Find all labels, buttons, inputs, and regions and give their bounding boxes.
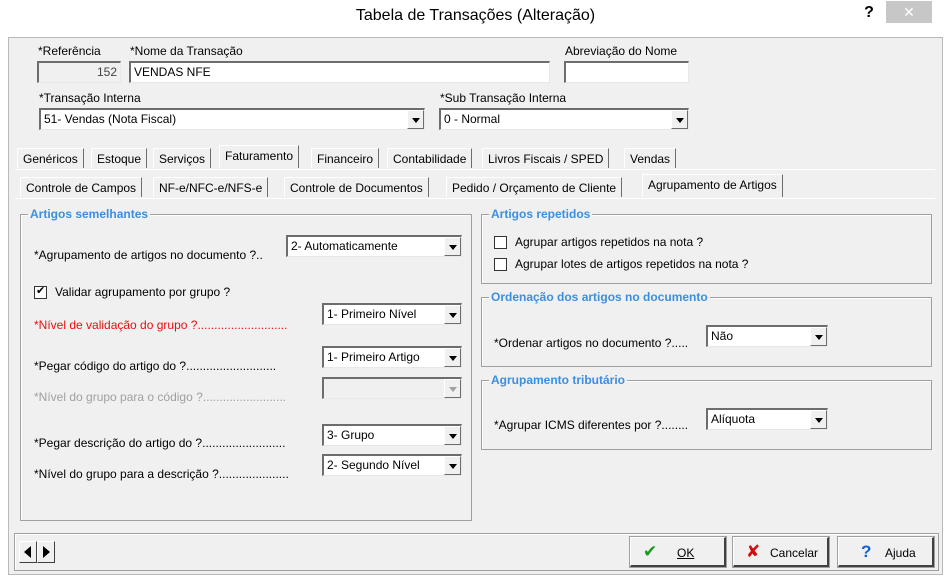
subtab-controle-documentos[interactable]: Controle de Documentos [284, 177, 429, 197]
agrupar-repetidos-label: Agrupar artigos repetidos na nota ? [515, 235, 704, 249]
subtab-agrupamento-artigos[interactable]: Agrupamento de Artigos [642, 174, 783, 197]
cancel-label: Cancelar [770, 546, 819, 560]
nivel-validacao-label: *Nível de validação do grupo ?..........… [34, 318, 288, 332]
artigos-repetidos-title: Artigos repetidos [489, 207, 593, 221]
referencia-field[interactable]: 152 [37, 61, 121, 83]
question-icon: ? [861, 542, 872, 561]
window-title: Tabela de Transações (Alteração) [355, 7, 596, 24]
tab-contabilidade[interactable]: Contabilidade [387, 148, 473, 168]
transacao-label: *Transação Interna [39, 91, 141, 105]
nome-field[interactable]: VENDAS NFE [129, 61, 550, 83]
chevron-down-icon[interactable] [444, 237, 461, 256]
ok-button[interactable]: ✔ OK [629, 536, 727, 568]
nav-prev-button[interactable] [19, 541, 37, 563]
help-icon[interactable]: ? [856, 3, 882, 25]
pegar-codigo-label: *Pegar código do artigo do ?............… [34, 359, 277, 373]
pegar-descricao-label: *Pegar descrição do artigo do ?.........… [34, 436, 286, 450]
ordenar-value: Não [711, 329, 734, 343]
tab-servicos[interactable]: Serviços [153, 148, 212, 168]
validar-label: Validar agrupamento por grupo ? [55, 285, 231, 299]
help-label: Ajuda [885, 546, 916, 560]
pegar-descricao-value: 3- Grupo [327, 428, 375, 442]
tab-estoque[interactable]: Estoque [91, 148, 148, 168]
subtransacao-value: 0 - Normal [444, 112, 501, 126]
tab-genericos[interactable]: Genéricos [17, 148, 84, 168]
nivel-descricao-label: *Nível do grupo para a descrição ?......… [34, 467, 289, 481]
chevron-down-icon[interactable] [810, 327, 827, 346]
nivel-descricao-select[interactable]: 2- Segundo Nível [322, 454, 462, 476]
chevron-down-icon[interactable] [444, 426, 461, 445]
arrow-right-icon [43, 546, 50, 558]
nivel-validacao-select[interactable]: 1- Primeiro Nível [322, 303, 462, 325]
pegar-codigo-select[interactable]: 1- Primeiro Artigo [322, 346, 462, 368]
close-button[interactable]: ✕ [886, 1, 932, 23]
nivel-descricao-value: 2- Segundo Nível [327, 458, 420, 472]
chevron-down-icon [444, 379, 461, 398]
chevron-down-icon[interactable] [671, 110, 688, 129]
abrev-label: Abreviação do Nome [565, 44, 678, 58]
subtab-nfe[interactable]: NF-e/NFC-e/NFS-e [153, 177, 269, 197]
validar-checkbox[interactable] [34, 284, 47, 299]
agrupamento-label: *Agrupamento de artigos no documento ?.. [34, 248, 263, 262]
artigos-repetidos-group [481, 214, 932, 284]
chevron-down-icon[interactable] [444, 348, 461, 367]
nivel-validacao-value: 1- Primeiro Nível [327, 307, 417, 321]
ordenacao-title: Ordenação dos artigos no documento [489, 290, 710, 304]
x-icon: ✘ [746, 542, 761, 561]
chevron-down-icon[interactable] [444, 305, 461, 324]
chevron-down-icon[interactable] [444, 456, 461, 475]
ordenar-label: *Ordenar artigos no documento ?..... [494, 336, 689, 350]
tab-vendas[interactable]: Vendas [624, 148, 677, 168]
subtab-controle-campos[interactable]: Controle de Campos [20, 177, 143, 197]
subtransacao-select[interactable]: 0 - Normal [439, 108, 689, 130]
check-icon: ✔ [643, 542, 658, 561]
ordenar-select[interactable]: Não [706, 325, 828, 347]
cancel-button[interactable]: ✘ Cancelar [732, 536, 830, 568]
agrupar-repetidos-checkbox[interactable] [494, 236, 507, 249]
arrow-left-icon [24, 546, 31, 558]
artigos-semelhantes-title: Artigos semelhantes [28, 207, 151, 221]
agrupar-icms-value: Alíquota [711, 412, 756, 426]
referencia-label: *Referência [38, 44, 101, 58]
nome-label: *Nome da Transação [130, 44, 243, 58]
tab-faturamento[interactable]: Faturamento [219, 145, 300, 168]
chevron-down-icon[interactable] [407, 110, 424, 129]
agrupamento-tributario-title: Agrupamento tributário [489, 373, 627, 387]
agrupar-lotes-checkbox[interactable] [494, 258, 507, 271]
title-bar: Tabela de Transações (Alteração) ? ✕ [0, 0, 951, 37]
transacao-select[interactable]: 51- Vendas (Nota Fiscal) [39, 108, 425, 130]
nav-next-button[interactable] [37, 541, 55, 563]
chevron-down-icon[interactable] [810, 410, 827, 429]
agrupar-lotes-label: Agrupar lotes de artigos repetidos na no… [515, 257, 749, 271]
agrupamento-value: 2- Automaticamente [291, 239, 398, 253]
agrupamento-select[interactable]: 2- Automaticamente [286, 235, 462, 257]
subtransacao-label: *Sub Transação Interna [440, 91, 567, 105]
help-button[interactable]: ? Ajuda [837, 536, 935, 568]
agrupar-icms-select[interactable]: Alíquota [706, 408, 828, 430]
tab-financeiro[interactable]: Financeiro [311, 148, 380, 168]
tab-divider [15, 169, 935, 170]
abrev-field[interactable] [564, 61, 689, 83]
agrupar-icms-label: *Agrupar ICMS diferentes por ?........ [494, 418, 689, 432]
subtab-pedido-orcamento[interactable]: Pedido / Orçamento de Cliente [446, 177, 623, 197]
subtab-divider [15, 198, 935, 199]
tab-livros-fiscais[interactable]: Livros Fiscais / SPED [482, 148, 610, 168]
nivel-codigo-select [322, 377, 462, 399]
ok-label: OK [677, 546, 695, 560]
transacao-value: 51- Vendas (Nota Fiscal) [44, 112, 177, 126]
pegar-descricao-select[interactable]: 3- Grupo [322, 424, 462, 446]
nivel-codigo-label: *Nível do grupo para o código ?.........… [34, 390, 287, 404]
pegar-codigo-value: 1- Primeiro Artigo [327, 350, 420, 364]
